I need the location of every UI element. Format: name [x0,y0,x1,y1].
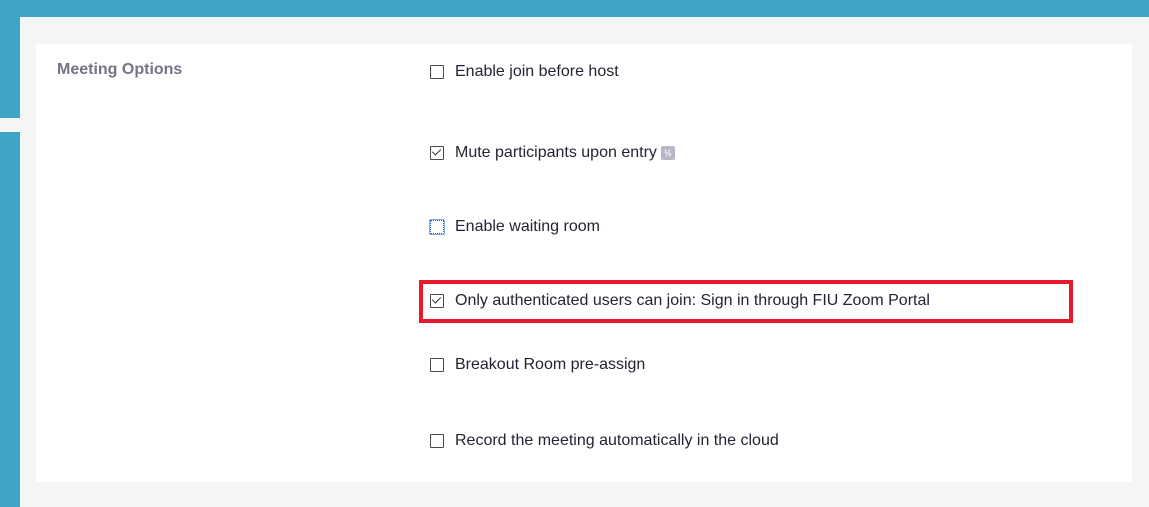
settings-frame: Meeting Options Enable join before host … [20,17,1149,507]
background-gap [0,118,20,132]
option-label: Breakout Room pre-assign [455,356,646,373]
option-enable-join-before-host[interactable]: Enable join before host [430,61,619,83]
checkbox-unchecked[interactable] [430,358,444,372]
meeting-options-panel: Meeting Options Enable join before host … [36,44,1132,482]
option-label: Enable waiting room [455,218,600,235]
option-label: Record the meeting automatically in the … [455,432,779,449]
checkbox-checked[interactable] [430,146,444,160]
checkbox-checked[interactable] [430,294,444,308]
checkbox-unchecked[interactable] [430,65,444,79]
info-badge-icon: ½ [660,146,675,160]
option-breakout-room[interactable]: Breakout Room pre-assign [430,354,645,376]
checkbox-focused[interactable] [429,219,445,235]
option-authenticated-users[interactable]: Only authenticated users can join: Sign … [430,290,930,312]
meeting-options-label: Meeting Options [57,61,183,78]
option-label: Only authenticated users can join: Sign … [455,292,930,309]
checkbox-unchecked[interactable] [430,434,444,448]
option-mute-participants[interactable]: Mute participants upon entry ½ [430,142,675,164]
option-enable-waiting-room[interactable]: Enable waiting room [429,216,600,238]
option-label: Mute participants upon entry [455,144,657,161]
option-record-cloud[interactable]: Record the meeting automatically in the … [430,430,779,452]
option-label: Enable join before host [455,63,619,80]
